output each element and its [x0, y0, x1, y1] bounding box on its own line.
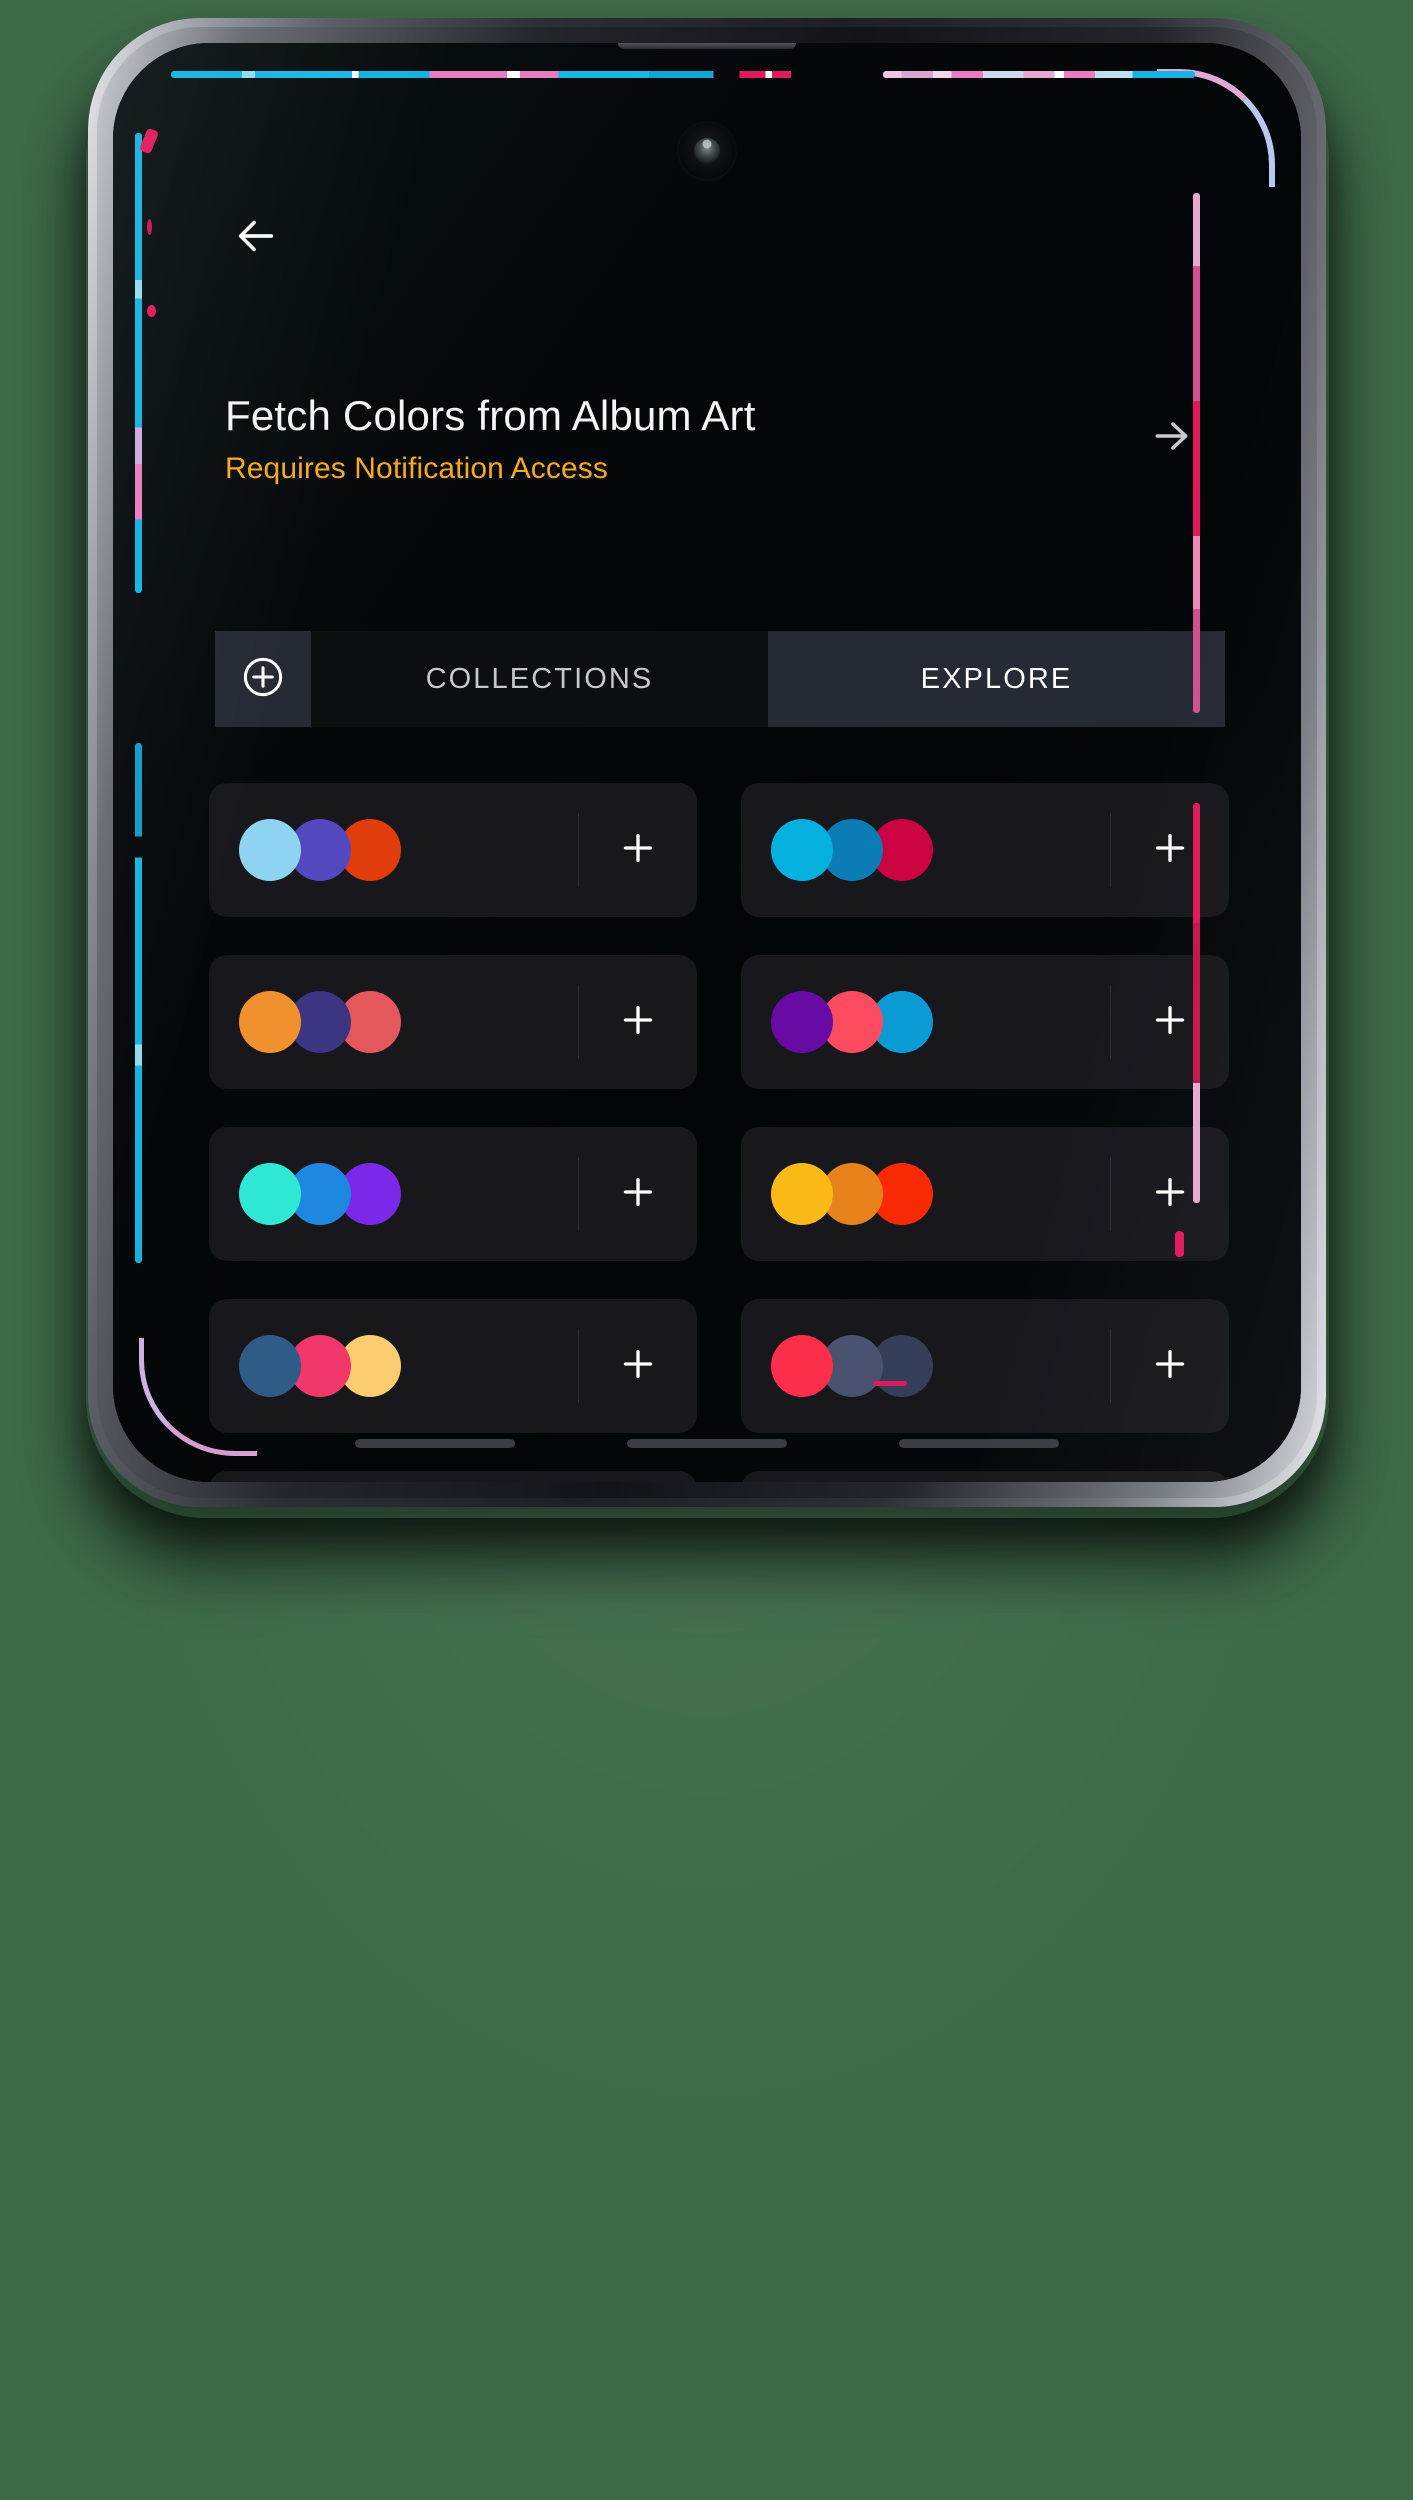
add-palette-button[interactable]: [579, 1000, 697, 1045]
phone-inner-bezel: Fetch Colors from Album Art Requires Not…: [97, 27, 1317, 1498]
plus-icon: [618, 828, 658, 873]
header-block: Fetch Colors from Album Art Requires Not…: [225, 391, 1217, 486]
palette-card[interactable]: [209, 783, 697, 917]
add-palette-button[interactable]: [579, 1172, 697, 1217]
add-palette-button[interactable]: [1111, 1172, 1229, 1217]
color-swatch: [239, 1163, 301, 1225]
arrow-right-icon: [1150, 414, 1194, 463]
palette-card[interactable]: [209, 1127, 697, 1261]
palette-swatches: [741, 1335, 1110, 1397]
tab-collections-label: COLLECTIONS: [425, 662, 654, 695]
add-palette-button[interactable]: [1111, 1344, 1229, 1389]
add-palette-button[interactable]: [579, 828, 697, 873]
color-swatch: [239, 1335, 301, 1397]
app-root: Fetch Colors from Album Art Requires Not…: [113, 43, 1301, 1482]
palette-swatches: [741, 991, 1110, 1053]
palette-swatches: [209, 1335, 578, 1397]
add-collection-button[interactable]: [215, 631, 311, 727]
back-button[interactable]: [225, 207, 287, 269]
plus-icon: [1150, 1344, 1190, 1389]
add-palette-button[interactable]: [1111, 828, 1229, 873]
app-content: Fetch Colors from Album Art Requires Not…: [113, 43, 1301, 1482]
front-camera-icon: [679, 123, 735, 179]
tab-bar: COLLECTIONS EXPLORE: [215, 631, 1225, 727]
gesture-pill[interactable]: [355, 1439, 515, 1448]
palette-card[interactable]: [741, 1471, 1229, 1482]
page-subtitle: Requires Notification Access: [225, 451, 608, 485]
camera-highlight: [702, 139, 712, 149]
color-swatch: [771, 819, 833, 881]
plus-icon: [1150, 1172, 1190, 1217]
color-swatch: [239, 991, 301, 1053]
header-forward-button[interactable]: [1139, 405, 1205, 471]
palette-swatches: [209, 819, 578, 881]
page-title: Fetch Colors from Album Art: [225, 392, 756, 439]
plus-icon: [618, 1172, 658, 1217]
palette-card[interactable]: [209, 955, 697, 1089]
palette-swatches: [209, 1163, 578, 1225]
palette-swatches: [741, 819, 1110, 881]
plus-icon: [618, 1344, 658, 1389]
palette-card[interactable]: [741, 783, 1229, 917]
palette-card[interactable]: [741, 1127, 1229, 1261]
arrow-left-icon: [233, 213, 279, 264]
palette-card[interactable]: [209, 1299, 697, 1433]
add-palette-button[interactable]: [579, 1344, 697, 1389]
color-swatch: [239, 819, 301, 881]
gesture-pill[interactable]: [899, 1439, 1059, 1448]
gesture-pill[interactable]: [627, 1439, 787, 1448]
tab-explore-label: EXPLORE: [920, 662, 1073, 695]
edge-artifact-dot: [147, 305, 156, 317]
edge-artifact-dot: [147, 219, 152, 235]
plus-icon: [1150, 828, 1190, 873]
gesture-navigation-bar[interactable]: [113, 1439, 1301, 1448]
palette-grid: [209, 783, 1229, 1482]
plus-icon: [1150, 1000, 1190, 1045]
phone-device-frame: Fetch Colors from Album Art Requires Not…: [88, 18, 1326, 1507]
header-texts: Fetch Colors from Album Art Requires Not…: [225, 391, 1129, 486]
plus-icon: [618, 1000, 658, 1045]
color-swatch: [771, 1335, 833, 1397]
edge-artifact-dot: [1175, 1231, 1184, 1257]
palette-card[interactable]: [741, 1299, 1229, 1433]
tab-explore[interactable]: EXPLORE: [768, 631, 1225, 727]
earpiece-speaker: [618, 43, 796, 49]
plus-circle-icon: [240, 654, 286, 705]
tab-collections[interactable]: COLLECTIONS: [311, 631, 768, 727]
palette-swatches: [741, 1163, 1110, 1225]
add-palette-button[interactable]: [1111, 1000, 1229, 1045]
palette-card[interactable]: [741, 955, 1229, 1089]
phone-screen: Fetch Colors from Album Art Requires Not…: [113, 43, 1301, 1482]
edge-artifact-dot: [873, 1381, 907, 1386]
palette-card[interactable]: [209, 1471, 697, 1482]
palette-swatches: [209, 991, 578, 1053]
color-swatch: [771, 991, 833, 1053]
color-swatch: [771, 1163, 833, 1225]
